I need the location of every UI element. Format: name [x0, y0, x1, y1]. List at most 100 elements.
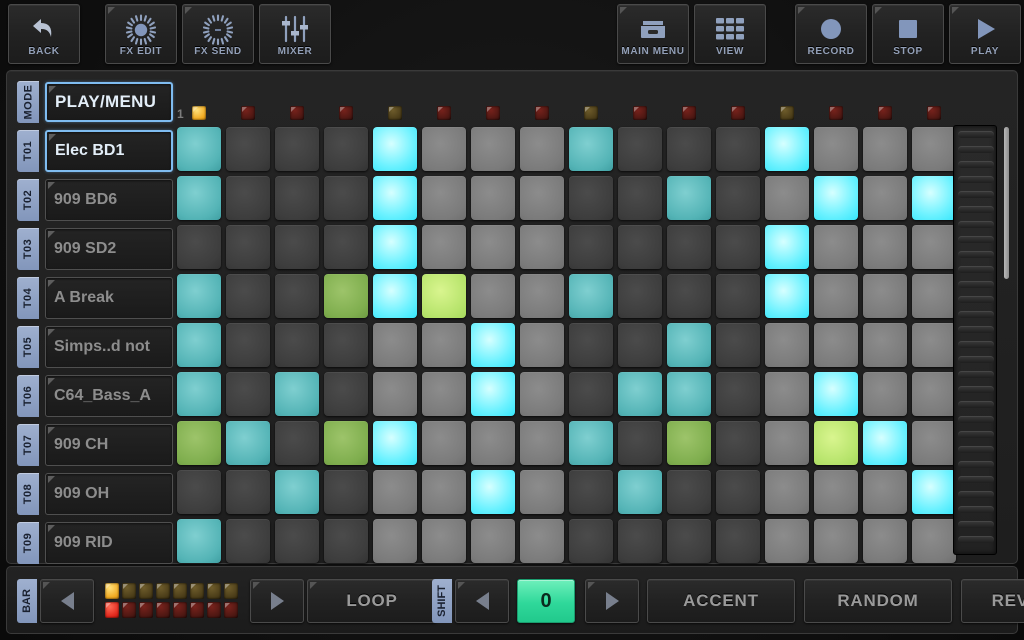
step-cell-r7-c3[interactable] — [275, 421, 319, 465]
step-cell-r8-c4[interactable] — [324, 470, 368, 514]
step-cell-r9-c6[interactable] — [422, 519, 466, 563]
step-cell-r8-c10[interactable] — [618, 470, 662, 514]
step-cell-r5-c11[interactable] — [667, 323, 711, 367]
reverse-button[interactable]: REVERSE — [961, 579, 1024, 623]
step-cell-r3-c2[interactable] — [226, 225, 270, 269]
step-cell-r4-c15[interactable] — [863, 274, 907, 318]
back-button[interactable]: BACK — [8, 4, 80, 64]
step-cell-r8-c2[interactable] — [226, 470, 270, 514]
step-cell-r6-c9[interactable] — [569, 372, 613, 416]
step-cell-r2-c4[interactable] — [324, 176, 368, 220]
step-cell-r5-c13[interactable] — [765, 323, 809, 367]
track-tab-t09[interactable]: T09 — [17, 522, 39, 564]
step-cell-r2-c14[interactable] — [814, 176, 858, 220]
step-cell-r1-c10[interactable] — [618, 127, 662, 171]
step-cell-r6-c2[interactable] — [226, 372, 270, 416]
step-cell-r5-c3[interactable] — [275, 323, 319, 367]
step-cell-r1-c15[interactable] — [863, 127, 907, 171]
step-cell-r3-c9[interactable] — [569, 225, 613, 269]
bar-next-button[interactable] — [250, 579, 304, 623]
step-cell-r4-c3[interactable] — [275, 274, 319, 318]
view-button[interactable]: VIEW — [694, 4, 766, 64]
step-cell-r9-c2[interactable] — [226, 519, 270, 563]
stop-button[interactable]: STOP — [872, 4, 944, 64]
step-cell-r9-c16[interactable] — [912, 519, 956, 563]
step-cell-r1-c1[interactable] — [177, 127, 221, 171]
track-tab-t08[interactable]: T08 — [17, 473, 39, 515]
step-cell-r1-c12[interactable] — [716, 127, 760, 171]
track-scroll-strip[interactable] — [953, 125, 997, 555]
step-cell-r6-c14[interactable] — [814, 372, 858, 416]
step-cell-r1-c2[interactable] — [226, 127, 270, 171]
track-tab-t01[interactable]: T01 — [17, 130, 39, 172]
step-cell-r2-c3[interactable] — [275, 176, 319, 220]
step-cell-r2-c12[interactable] — [716, 176, 760, 220]
step-cell-r5-c12[interactable] — [716, 323, 760, 367]
step-cell-r7-c9[interactable] — [569, 421, 613, 465]
step-cell-r3-c12[interactable] — [716, 225, 760, 269]
mixer-button[interactable]: MIXER — [259, 4, 331, 64]
loop-button[interactable]: LOOP — [307, 579, 437, 623]
step-cell-r3-c10[interactable] — [618, 225, 662, 269]
step-cell-r7-c10[interactable] — [618, 421, 662, 465]
step-cell-r2-c1[interactable] — [177, 176, 221, 220]
main-menu-button[interactable]: MAIN MENU — [617, 4, 689, 64]
step-cell-r4-c12[interactable] — [716, 274, 760, 318]
step-cell-r5-c15[interactable] — [863, 323, 907, 367]
step-cell-r7-c4[interactable] — [324, 421, 368, 465]
track-tab-t07[interactable]: T07 — [17, 424, 39, 466]
step-cell-r7-c8[interactable] — [520, 421, 564, 465]
step-cell-r4-c2[interactable] — [226, 274, 270, 318]
step-cell-r3-c13[interactable] — [765, 225, 809, 269]
step-cell-r1-c11[interactable] — [667, 127, 711, 171]
step-cell-r8-c6[interactable] — [422, 470, 466, 514]
track-name-t05[interactable]: Simps..d not — [45, 326, 173, 368]
step-cell-r8-c7[interactable] — [471, 470, 515, 514]
track-name-t04[interactable]: A Break — [45, 277, 173, 319]
step-cell-r2-c10[interactable] — [618, 176, 662, 220]
step-cell-r1-c9[interactable] — [569, 127, 613, 171]
step-cell-r7-c2[interactable] — [226, 421, 270, 465]
step-cell-r3-c14[interactable] — [814, 225, 858, 269]
step-cell-r8-c11[interactable] — [667, 470, 711, 514]
step-cell-r6-c3[interactable] — [275, 372, 319, 416]
step-cell-r4-c5[interactable] — [373, 274, 417, 318]
step-cell-r9-c4[interactable] — [324, 519, 368, 563]
step-cell-r6-c6[interactable] — [422, 372, 466, 416]
step-cell-r4-c9[interactable] — [569, 274, 613, 318]
step-cell-r4-c16[interactable] — [912, 274, 956, 318]
step-cell-r9-c14[interactable] — [814, 519, 858, 563]
step-cell-r2-c15[interactable] — [863, 176, 907, 220]
step-cell-r3-c4[interactable] — [324, 225, 368, 269]
step-cell-r6-c13[interactable] — [765, 372, 809, 416]
step-cell-r9-c7[interactable] — [471, 519, 515, 563]
step-cell-r6-c5[interactable] — [373, 372, 417, 416]
track-tab-t02[interactable]: T02 — [17, 179, 39, 221]
step-cell-r3-c1[interactable] — [177, 225, 221, 269]
step-cell-r5-c6[interactable] — [422, 323, 466, 367]
step-cell-r7-c12[interactable] — [716, 421, 760, 465]
step-cell-r5-c9[interactable] — [569, 323, 613, 367]
step-cell-r4-c8[interactable] — [520, 274, 564, 318]
step-cell-r5-c2[interactable] — [226, 323, 270, 367]
step-cell-r5-c7[interactable] — [471, 323, 515, 367]
step-cell-r9-c8[interactable] — [520, 519, 564, 563]
step-cell-r3-c5[interactable] — [373, 225, 417, 269]
step-cell-r6-c10[interactable] — [618, 372, 662, 416]
step-cell-r6-c1[interactable] — [177, 372, 221, 416]
step-cell-r2-c6[interactable] — [422, 176, 466, 220]
shift-prev-button[interactable] — [455, 579, 509, 623]
step-cell-r3-c6[interactable] — [422, 225, 466, 269]
step-cell-r8-c13[interactable] — [765, 470, 809, 514]
record-button[interactable]: RECORD — [795, 4, 867, 64]
step-cell-r3-c7[interactable] — [471, 225, 515, 269]
track-tab-t05[interactable]: T05 — [17, 326, 39, 368]
step-cell-r9-c13[interactable] — [765, 519, 809, 563]
step-cell-r4-c13[interactable] — [765, 274, 809, 318]
step-cell-r1-c5[interactable] — [373, 127, 417, 171]
track-name-t09[interactable]: 909 RID — [45, 522, 173, 564]
step-cell-r8-c12[interactable] — [716, 470, 760, 514]
step-cell-r2-c9[interactable] — [569, 176, 613, 220]
step-cell-r4-c10[interactable] — [618, 274, 662, 318]
track-tab-t04[interactable]: T04 — [17, 277, 39, 319]
